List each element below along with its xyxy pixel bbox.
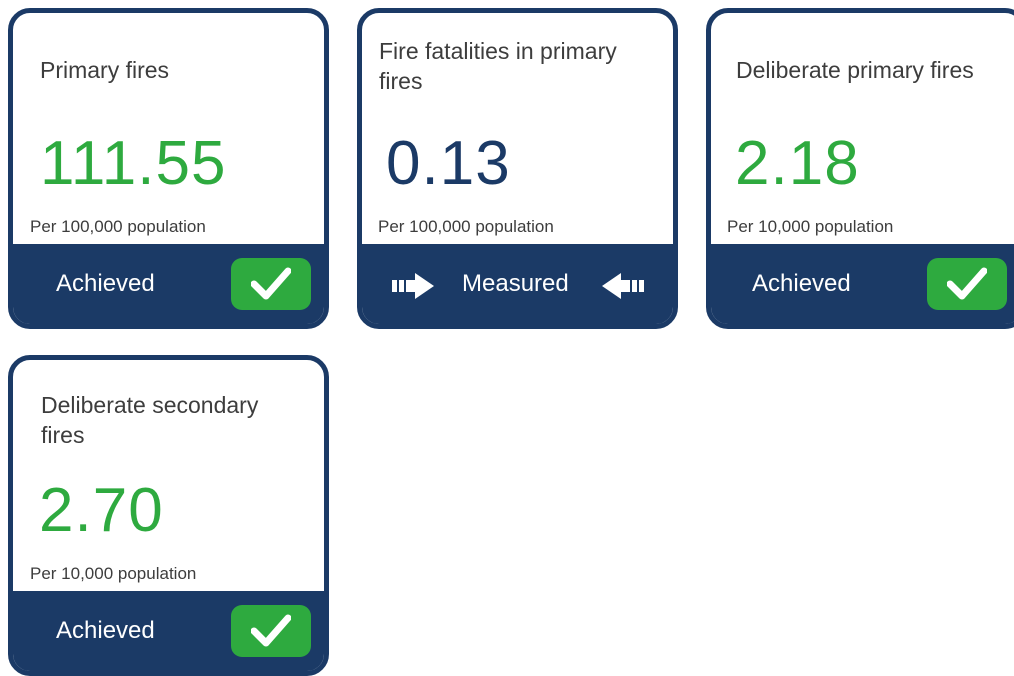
arrow-left-icon [602,273,644,299]
arrow-right-icon [392,273,434,299]
kpi-card-deliberate-primary-fires: Deliberate primary fires 2.18 Per 10,000… [706,8,1014,329]
card-status-bar: Achieved [13,591,324,671]
card-title: Deliberate primary fires [736,57,974,83]
kpi-card-fire-fatalities: Fire fatalities in primary fires 0.13 Pe… [357,8,678,329]
status-label: Measured [462,270,569,297]
card-value: 111.55 [40,129,227,198]
achieved-badge [231,605,311,657]
card-unit: Per 10,000 population [30,564,197,583]
check-icon [251,267,291,300]
achieved-badge [927,258,1007,310]
card-unit: Per 10,000 population [727,217,894,236]
check-icon [947,267,987,300]
card-status-bar: Achieved [711,244,1014,324]
card-title: Fire fatalities in primary fires [379,38,617,94]
kpi-card-primary-fires: Primary fires 111.55 Per 100,000 populat… [8,8,329,329]
status-label: Achieved [56,270,155,297]
card-title: Deliberate secondary fires [41,392,259,448]
kpi-card-deliberate-secondary-fires: Deliberate secondary fires 2.70 Per 10,0… [8,355,329,676]
card-value: 2.70 [39,476,164,545]
card-status-bar: Achieved [13,244,324,324]
card-unit: Per 100,000 population [30,217,206,236]
check-icon [251,614,291,647]
card-status-bar: Measured [362,244,673,324]
card-unit: Per 100,000 population [378,217,554,236]
status-label: Achieved [56,617,155,644]
card-title: Primary fires [40,57,170,83]
card-value: 2.18 [735,129,860,198]
achieved-badge [231,258,311,310]
card-value: 0.13 [386,129,511,198]
status-label: Achieved [752,270,851,297]
